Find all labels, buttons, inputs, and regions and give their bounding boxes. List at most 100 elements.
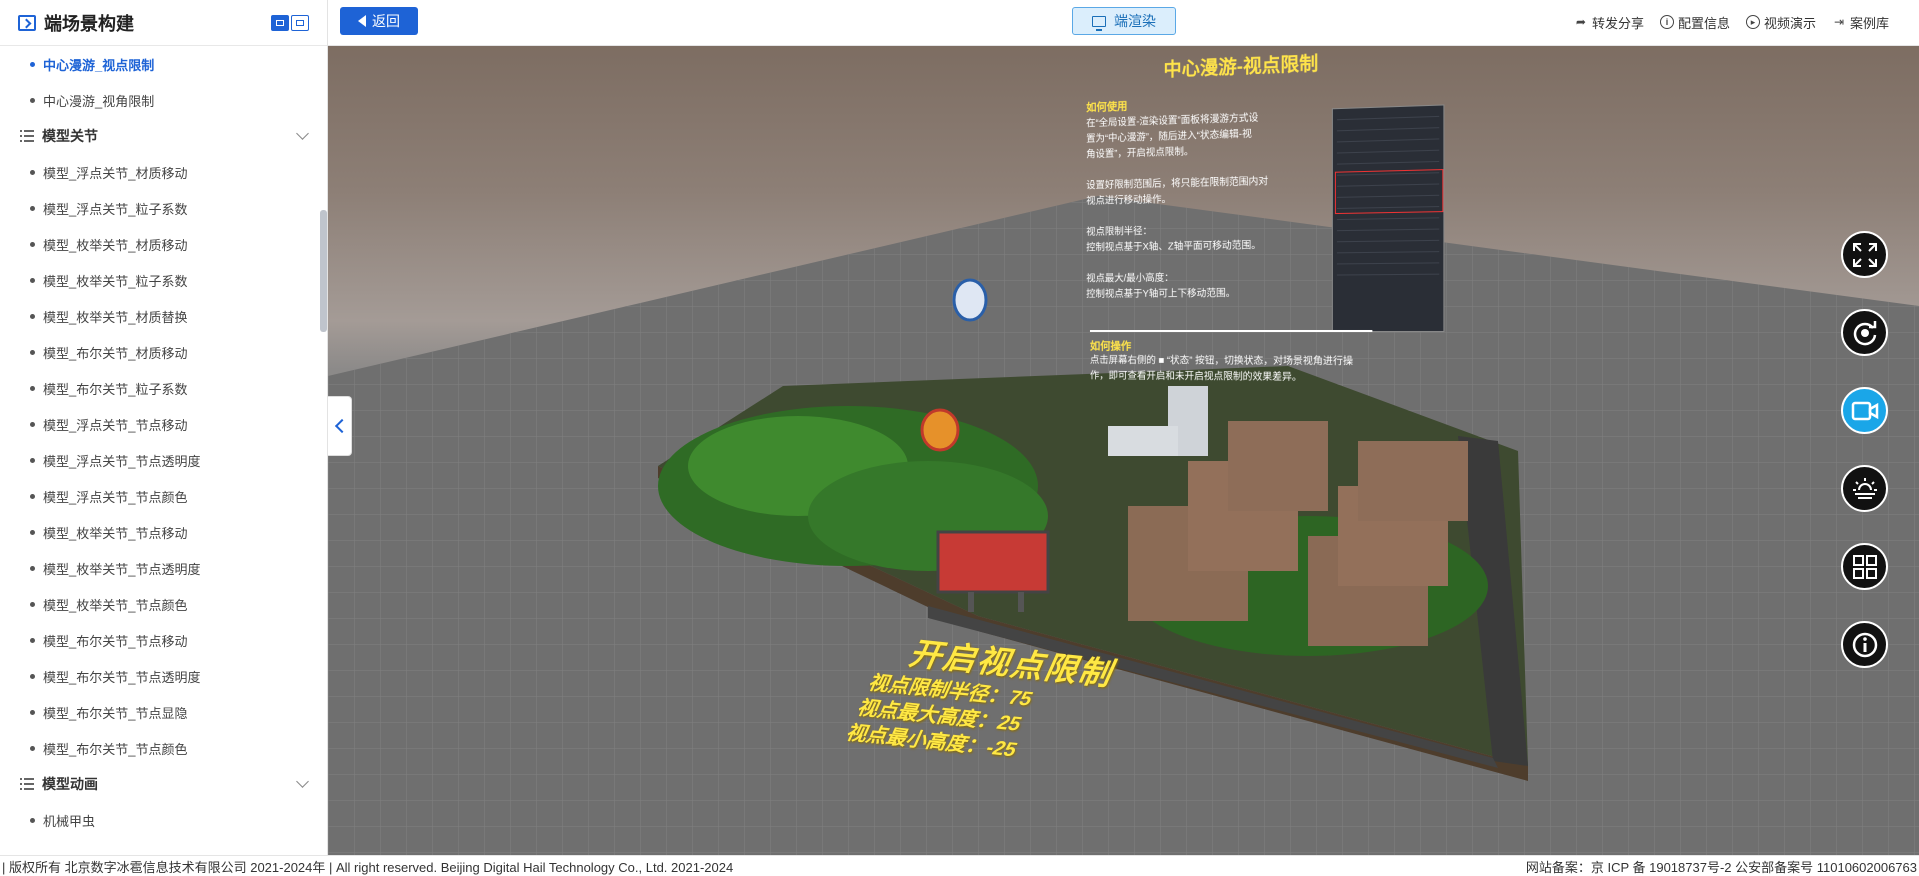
back-arrow-icon	[358, 15, 366, 27]
sidebar-header: 端场景构建	[0, 0, 327, 46]
config-info-link[interactable]: i 配置信息	[1660, 13, 1730, 32]
chevron-left-icon	[334, 419, 348, 433]
panel-title: 中心漫游-视点限制	[1163, 48, 1318, 81]
list-icon	[20, 778, 34, 790]
view-toggle	[271, 15, 309, 31]
play-icon: ▸	[1746, 15, 1760, 29]
list-item[interactable]: 模型_枚举关节_节点透明度	[0, 550, 327, 586]
link-label: 案例库	[1850, 13, 1889, 32]
list-item[interactable]: 模型_布尔关节_节点显隐	[0, 694, 327, 730]
video-demo-link[interactable]: ▸ 视频演示	[1746, 13, 1816, 32]
sidebar-item-viewangle-limit[interactable]: 中心漫游_视角限制	[0, 82, 327, 118]
bullet-icon	[30, 710, 35, 715]
sidebar-item-label: 模型_布尔关节_粒子系数	[43, 379, 187, 398]
terminal-icon	[18, 15, 36, 31]
exit-icon: ⇥	[1832, 15, 1846, 29]
list-item[interactable]: 模型_布尔关节_材质移动	[0, 334, 327, 370]
bullet-icon	[30, 530, 35, 535]
link-label: 配置信息	[1678, 13, 1730, 32]
list-item[interactable]: 模型_布尔关节_节点颜色	[0, 730, 327, 766]
back-button[interactable]: 返回	[340, 7, 418, 35]
list-item[interactable]: 模型_枚举关节_材质替换	[0, 298, 327, 334]
fullscreen-icon	[1852, 242, 1878, 268]
list-view-icon[interactable]	[271, 15, 289, 31]
sidebar-item-label: 模型_浮点关节_节点透明度	[43, 451, 200, 470]
render-mode-button[interactable]: 端渲染	[1072, 7, 1176, 35]
top-links: ➦ 转发分享 i 配置信息 ▸ 视频演示 ⇥ 案例库	[1574, 0, 1889, 44]
bullet-icon	[30, 602, 35, 607]
instruction-panel: 中心漫游-视点限制 如何使用 在“全局设置-渲染设置”面板将漫游方式设 置为“中…	[1077, 46, 1503, 390]
sidebar-item-label: 模型_浮点关节_节点颜色	[43, 487, 187, 506]
sidebar-item-label: 模型_布尔关节_节点移动	[43, 631, 187, 650]
list-item[interactable]: 模型_布尔关节_节点移动	[0, 622, 327, 658]
list-item[interactable]: 模型_浮点关节_材质移动	[0, 154, 327, 190]
bullet-icon	[30, 458, 35, 463]
sidebar-item-label: 模型_布尔关节_材质移动	[43, 343, 187, 362]
bullet-icon	[30, 818, 35, 823]
bullet-icon	[30, 98, 35, 103]
info-icon	[1851, 631, 1879, 659]
sidebar-item-label: 模型_布尔关节_节点显隐	[43, 703, 187, 722]
sidebar-item-label: 模型_枚举关节_节点透明度	[43, 559, 200, 578]
sidebar-item-label: 中心漫游_视点限制	[43, 55, 154, 74]
info-button[interactable]	[1841, 621, 1888, 668]
sidebar-item-label: 模型_浮点关节_材质移动	[43, 163, 187, 182]
sidebar-item-label: 模型_枚举关节_材质替换	[43, 307, 187, 326]
topbar: 返回 端渲染 ➦ 转发分享 i 配置信息 ▸ 视频演示 ⇥ 案例库	[328, 0, 1919, 46]
bullet-icon	[30, 242, 35, 247]
how-to-use-title: 如何使用	[1086, 98, 1127, 115]
sidebar-scrollbar[interactable]	[320, 210, 327, 332]
chevron-down-icon	[296, 775, 309, 788]
bullet-icon	[30, 386, 35, 391]
list-item[interactable]: 模型_浮点关节_粒子系数	[0, 190, 327, 226]
sidebar-title: 端场景构建	[44, 10, 271, 36]
collapse-sidebar-button[interactable]	[328, 396, 352, 456]
bullet-icon	[30, 494, 35, 499]
back-button-label: 返回	[372, 11, 400, 31]
footer: | 版权所有 北京数字冰雹信息技术有限公司 2021-2024年 | All r…	[0, 855, 1919, 876]
residential-building	[1358, 441, 1468, 521]
share-link[interactable]: ➦ 转发分享	[1574, 13, 1644, 32]
bullet-icon	[30, 314, 35, 319]
list-item[interactable]: 模型_布尔关节_粒子系数	[0, 370, 327, 406]
sidebar-item-label: 模型_枚举关节_节点颜色	[43, 595, 187, 614]
sidebar-item-label: 模型_枚举关节_材质移动	[43, 235, 187, 254]
sidebar-item-label: 模型_浮点关节_节点移动	[43, 415, 187, 434]
how-to-operate-title: 如何操作	[1090, 338, 1131, 354]
sidebar-item-label: 中心漫游_视角限制	[43, 91, 154, 110]
fullscreen-button[interactable]	[1841, 231, 1888, 278]
bullet-icon	[30, 206, 35, 211]
list-icon	[20, 130, 34, 142]
state-camera-button[interactable]	[1841, 387, 1888, 434]
list-item[interactable]: 模型_浮点关节_节点颜色	[0, 478, 327, 514]
bullet-icon	[30, 566, 35, 571]
list-item[interactable]: 机械甲虫	[0, 802, 327, 838]
list-item[interactable]: 模型_枚举关节_节点移动	[0, 514, 327, 550]
info-icon: i	[1660, 15, 1674, 29]
sidebar-item-label: 模型_浮点关节_粒子系数	[43, 199, 187, 218]
list-item[interactable]: 模型_布尔关节_节点透明度	[0, 658, 327, 694]
how-to-use-text: 在“全局设置-渲染设置”面板将漫游方式设 置为“中心漫游”，随后进入“状态编辑-…	[1086, 108, 1328, 302]
sidebar-group-animation[interactable]: 模型动画	[0, 766, 327, 802]
weather-button[interactable]	[1841, 465, 1888, 512]
billboard	[938, 532, 1048, 592]
sidebar-item-viewpoint-limit[interactable]: 中心漫游_视点限制	[0, 46, 327, 82]
layout-grid-button[interactable]	[1841, 543, 1888, 590]
hot-air-balloon	[922, 410, 958, 450]
divider	[1090, 330, 1372, 332]
3d-viewport[interactable]: 中心漫游-视点限制 如何使用 在“全局设置-渲染设置”面板将漫游方式设 置为“中…	[328, 46, 1919, 855]
sidebar-group-joints[interactable]: 模型关节	[0, 118, 327, 154]
camera-icon	[1851, 399, 1879, 423]
monitor-icon	[1092, 16, 1106, 27]
list-item[interactable]: 模型_枚举关节_粒子系数	[0, 262, 327, 298]
list-item[interactable]: 模型_枚举关节_节点颜色	[0, 586, 327, 622]
residential-building	[1228, 421, 1328, 511]
case-library-link[interactable]: ⇥ 案例库	[1832, 13, 1889, 32]
reset-view-button[interactable]	[1841, 309, 1888, 356]
link-label: 视频演示	[1764, 13, 1816, 32]
icp-record-text: 网站备案：京 ICP 备 19018737号-2 公安部备案号 11010602…	[1526, 857, 1919, 876]
list-item[interactable]: 模型_枚举关节_材质移动	[0, 226, 327, 262]
image-view-icon[interactable]	[291, 15, 309, 31]
list-item[interactable]: 模型_浮点关节_节点透明度	[0, 442, 327, 478]
list-item[interactable]: 模型_浮点关节_节点移动	[0, 406, 327, 442]
